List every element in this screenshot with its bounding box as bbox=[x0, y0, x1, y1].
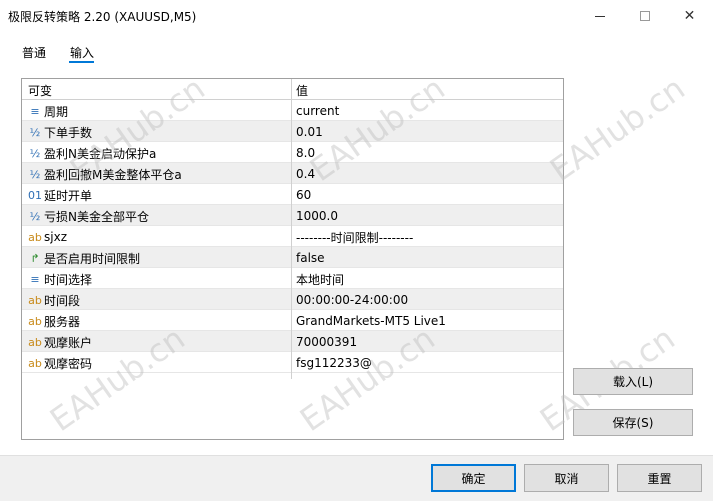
bool-icon: ↱ bbox=[30, 251, 40, 265]
column-divider[interactable] bbox=[291, 79, 292, 379]
string-icon: ab bbox=[28, 230, 42, 244]
param-name: 时间选择 bbox=[44, 272, 93, 287]
table-row[interactable]: ↱ 是否启用时间限制 false bbox=[22, 247, 563, 268]
param-name-cell: ab 时间段 bbox=[28, 292, 80, 308]
param-name: 观摩账户 bbox=[44, 335, 93, 350]
save-button[interactable]: 保存(S) bbox=[573, 409, 693, 436]
param-value[interactable]: false bbox=[296, 250, 325, 266]
window-title: 极限反转策略 2.20 (XAUUSD,M5) bbox=[8, 10, 197, 24]
half-icon: ½ bbox=[29, 146, 41, 160]
param-value[interactable]: GrandMarkets-MT5 Live1 bbox=[296, 313, 446, 329]
param-name: 时间段 bbox=[44, 293, 81, 308]
table-row[interactable]: ≡ 时间选择 本地时间 bbox=[22, 268, 563, 289]
param-name-cell: 01 延时开单 bbox=[28, 187, 92, 203]
tab-bar: 普通 输入 bbox=[0, 40, 713, 66]
param-name-cell: ½ 亏损N美金全部平仓 bbox=[28, 208, 149, 224]
cancel-button[interactable]: 取消 bbox=[524, 464, 609, 492]
param-value[interactable]: 0.01 bbox=[296, 124, 323, 140]
string-icon: ab bbox=[28, 293, 42, 307]
close-button[interactable]: ✕ bbox=[667, 0, 712, 32]
table-row[interactable]: 01 延时开单 60 bbox=[22, 184, 563, 205]
param-name-cell: ½ 下单手数 bbox=[28, 124, 92, 140]
table-row[interactable]: ≡ 周期 current bbox=[22, 100, 563, 121]
table-row[interactable]: ½ 盈利回撤M美金整体平仓a 0.4 bbox=[22, 163, 563, 184]
half-icon: ½ bbox=[29, 209, 41, 223]
table-row[interactable]: ab 服务器 GrandMarkets-MT5 Live1 bbox=[22, 310, 563, 331]
param-name-cell: ½ 盈利N美金启动保护a bbox=[28, 145, 157, 161]
list-icon: ≡ bbox=[30, 272, 40, 286]
param-value[interactable]: 8.0 bbox=[296, 145, 315, 161]
param-name-cell: ½ 盈利回撤M美金整体平仓a bbox=[28, 166, 182, 182]
header-variable[interactable]: 可变 bbox=[28, 82, 52, 98]
param-name: 亏损N美金全部平仓 bbox=[44, 209, 149, 224]
string-icon: ab bbox=[28, 314, 42, 328]
watermark: EAHub.cn bbox=[543, 69, 692, 189]
param-value[interactable]: 60 bbox=[296, 187, 311, 203]
param-value[interactable]: fsg112233@ bbox=[296, 355, 372, 371]
active-tab-indicator bbox=[69, 61, 94, 63]
param-value[interactable]: 70000391 bbox=[296, 334, 357, 350]
minimize-icon bbox=[594, 15, 605, 17]
param-value[interactable]: current bbox=[296, 103, 339, 119]
table-row[interactable]: ½ 亏损N美金全部平仓 1000.0 bbox=[22, 205, 563, 226]
param-name: 是否启用时间限制 bbox=[44, 251, 141, 266]
param-name: 盈利回撤M美金整体平仓a bbox=[44, 167, 182, 182]
param-name: 延时开单 bbox=[44, 188, 93, 203]
param-name-cell: ↱ 是否启用时间限制 bbox=[28, 250, 140, 266]
param-name-cell: ≡ 周期 bbox=[28, 103, 68, 119]
int-icon: 01 bbox=[28, 188, 42, 202]
ok-button[interactable]: 确定 bbox=[431, 464, 516, 492]
table-row[interactable]: ab 时间段 00:00:00-24:00:00 bbox=[22, 289, 563, 310]
param-value[interactable]: 1000.0 bbox=[296, 208, 338, 224]
param-name-cell: ab sjxz bbox=[28, 229, 67, 245]
param-value[interactable]: --------时间限制-------- bbox=[296, 229, 413, 245]
param-name-cell: ab 观摩密码 bbox=[28, 355, 92, 371]
header-value[interactable]: 值 bbox=[296, 82, 308, 98]
table-row[interactable]: ab sjxz --------时间限制-------- bbox=[22, 226, 563, 247]
string-icon: ab bbox=[28, 335, 42, 349]
half-icon: ½ bbox=[29, 125, 41, 139]
param-name-cell: ≡ 时间选择 bbox=[28, 271, 92, 287]
param-name: 盈利N美金启动保护a bbox=[44, 146, 157, 161]
title-bar: 极限反转策略 2.20 (XAUUSD,M5) ✕ bbox=[0, 0, 713, 32]
half-icon: ½ bbox=[29, 167, 41, 181]
table-header: 可变 值 bbox=[22, 79, 563, 100]
close-icon: ✕ bbox=[683, 8, 696, 24]
parameters-table[interactable]: 可变 值 ≡ 周期 current ½ 下单手数 0.01 ½ 盈利N美金启动保护a 8.0 ½ 盈… bbox=[21, 78, 564, 440]
param-name: 周期 bbox=[44, 104, 69, 119]
table-row[interactable]: ab 观摩账户 70000391 bbox=[22, 331, 563, 352]
param-name: sjxz bbox=[44, 230, 67, 244]
param-value[interactable]: 0.4 bbox=[296, 166, 315, 182]
list-icon: ≡ bbox=[30, 104, 40, 118]
param-name-cell: ab 服务器 bbox=[28, 313, 80, 329]
param-name: 观摩密码 bbox=[44, 356, 93, 371]
param-name-cell: ab 观摩账户 bbox=[28, 334, 92, 350]
tab-general[interactable]: 普通 bbox=[22, 44, 46, 61]
param-value[interactable]: 本地时间 bbox=[296, 271, 344, 287]
reset-button[interactable]: 重置 bbox=[617, 464, 702, 492]
param-value[interactable]: 00:00:00-24:00:00 bbox=[296, 292, 408, 308]
table-row[interactable]: ½ 下单手数 0.01 bbox=[22, 121, 563, 142]
param-name: 下单手数 bbox=[44, 125, 93, 140]
maximize-icon bbox=[639, 11, 650, 21]
param-name: 服务器 bbox=[44, 314, 81, 329]
string-icon: ab bbox=[28, 356, 42, 370]
tab-input[interactable]: 输入 bbox=[70, 44, 94, 61]
table-row[interactable]: ab 观摩密码 fsg112233@ bbox=[22, 352, 563, 373]
table-row[interactable]: ½ 盈利N美金启动保护a 8.0 bbox=[22, 142, 563, 163]
load-button[interactable]: 载入(L) bbox=[573, 368, 693, 395]
maximize-button[interactable] bbox=[622, 0, 667, 32]
minimize-button[interactable] bbox=[577, 0, 622, 32]
